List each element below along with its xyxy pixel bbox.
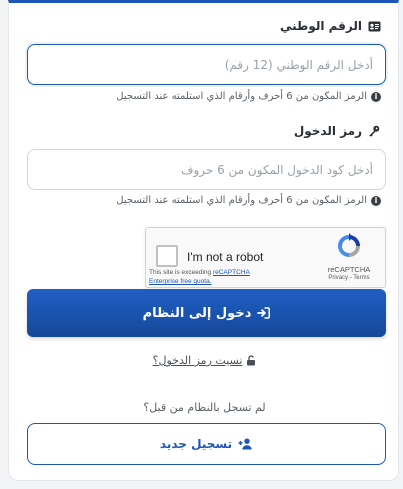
unlock-icon <box>246 355 256 366</box>
register-question: لم تسجل بالنظام من قبل؟ <box>143 401 266 414</box>
recaptcha-brand: reCAPTCHA <box>327 265 371 274</box>
national-id-input[interactable]: أدخل الرقم الوطني (12 رقم) <box>27 44 386 85</box>
recaptcha-widget: I'm not a robot This site is exceeding r… <box>145 227 386 288</box>
info-icon: i <box>371 91 381 102</box>
recaptcha-logo: reCAPTCHA Privacy - Terms <box>319 232 379 281</box>
recaptcha-checkbox[interactable] <box>156 245 178 267</box>
register-button[interactable]: تسجيل جديد <box>27 423 386 465</box>
info-icon: i <box>371 195 381 206</box>
login-code-input[interactable]: أدخل كود الدخول المكون من 6 حروف <box>27 149 386 190</box>
forgot-code-link[interactable]: نسيت رمز الدخول؟ <box>9 354 400 367</box>
national-id-label: الرقم الوطني <box>280 19 381 33</box>
national-id-hint: i الرمز المكون من 6 أحرف وأرقام الذي است… <box>116 91 381 102</box>
login-card: الرقم الوطني أدخل الرقم الوطني (12 رقم) … <box>8 0 399 481</box>
sign-in-icon <box>257 307 271 319</box>
recaptcha-label: I'm not a robot <box>187 250 264 264</box>
login-code-label: رمز الدخول <box>294 124 381 138</box>
recaptcha-icon <box>338 233 360 257</box>
key-icon <box>367 125 381 137</box>
recaptcha-links[interactable]: Privacy - Terms <box>319 275 379 281</box>
user-plus-icon <box>238 438 253 450</box>
login-button[interactable]: دخول إلى النظام <box>27 289 386 337</box>
login-code-hint: i الرمز المكون من 6 أحرف وأرقام الذي است… <box>116 195 381 206</box>
id-card-icon <box>367 20 381 32</box>
recaptcha-quota-warning: This site is exceeding reCAPTCHA Enterpr… <box>149 269 250 285</box>
